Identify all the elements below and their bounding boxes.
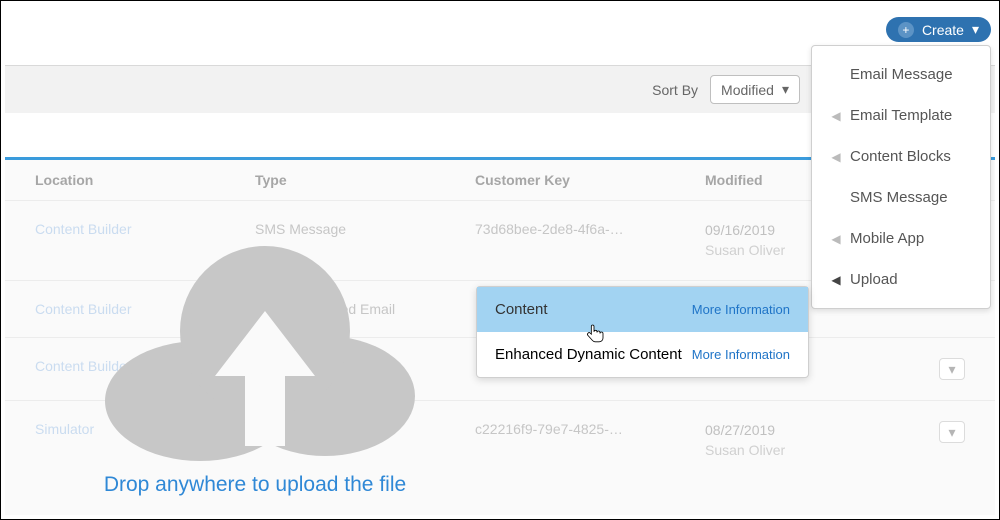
- cell-key: 73d68bee-2de8-4f6a-…: [475, 221, 705, 260]
- caret-left-icon: ◀: [830, 109, 842, 123]
- upload-option-content[interactable]: Content More Information: [477, 287, 808, 332]
- row-actions-button[interactable]: ▾: [939, 421, 965, 443]
- plus-icon: +: [898, 22, 914, 38]
- cell-modified: 08/27/2019 Susan Oliver: [705, 421, 855, 460]
- sort-selected: Modified: [721, 82, 774, 98]
- cell-type: Freeform: [255, 358, 475, 380]
- menu-item-email-message[interactable]: ◀ Email Message: [812, 54, 990, 95]
- chevron-down-icon: ▾: [948, 424, 955, 441]
- upload-option-enhanced-dynamic-content[interactable]: Enhanced Dynamic Content More Informatio…: [477, 332, 808, 377]
- chevron-down-icon: ▾: [948, 361, 955, 378]
- cell-location: Content Builder: [35, 221, 255, 260]
- cell-type: Template-Based Email: [255, 301, 475, 317]
- th-location: Location: [35, 172, 255, 188]
- th-type: Type: [255, 172, 475, 188]
- caret-left-icon: ◀: [830, 150, 842, 164]
- menu-item-sms-message[interactable]: ◀ SMS Message: [812, 177, 990, 218]
- row-actions-button[interactable]: ▾: [939, 358, 965, 380]
- table-row[interactable]: Simulator Template-Based Email c22216f9-…: [5, 400, 995, 480]
- cell-type: SMS Message: [255, 221, 475, 260]
- caret-left-icon: ◀: [830, 273, 842, 287]
- menu-item-upload[interactable]: ◀ Upload: [812, 259, 990, 300]
- menu-item-mobile-app[interactable]: ◀ Mobile App: [812, 218, 990, 259]
- more-information-link[interactable]: More Information: [692, 347, 790, 362]
- cell-type: Template-Based Email: [255, 421, 475, 460]
- chevron-down-icon: ▾: [782, 81, 789, 98]
- sort-label: Sort By: [652, 82, 698, 98]
- th-key: Customer Key: [475, 172, 705, 188]
- create-button[interactable]: + Create ▾: [886, 17, 991, 42]
- caret-down-icon: ▾: [972, 21, 979, 38]
- cell-key: c22216f9-79e7-4825-…: [475, 421, 705, 460]
- create-menu: ◀ Email Message ◀ Email Template ◀ Conte…: [811, 45, 991, 309]
- menu-item-content-blocks[interactable]: ◀ Content Blocks: [812, 136, 990, 177]
- upload-submenu: Content More Information Enhanced Dynami…: [476, 286, 809, 378]
- more-information-link[interactable]: More Information: [692, 302, 790, 317]
- menu-item-email-template[interactable]: ◀ Email Template: [812, 95, 990, 136]
- create-button-label: Create: [922, 22, 964, 38]
- cell-location: Content Builder: [35, 358, 255, 380]
- cell-location: Content Builder: [35, 301, 255, 317]
- sort-select[interactable]: Modified ▾: [710, 75, 800, 104]
- cell-location: Simulator: [35, 421, 255, 460]
- caret-left-icon: ◀: [830, 232, 842, 246]
